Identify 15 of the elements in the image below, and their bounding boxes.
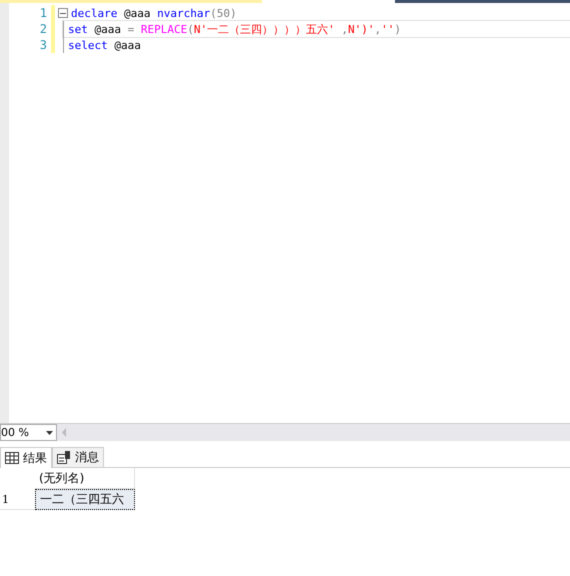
caret-icon [46, 430, 53, 434]
table-cell[interactable]: 一二（三四五六 [35, 489, 135, 510]
code-line: declare @aaa nvarchar(50) [71, 6, 237, 20]
code-line: select @aaa [68, 38, 141, 52]
zoom-dropdown[interactable]: 00 % [0, 424, 57, 441]
line-number: 2 [40, 21, 47, 37]
document-icon [57, 451, 71, 464]
grid-icon [5, 452, 19, 464]
line-number: 1 [40, 5, 47, 21]
results-tab[interactable]: 消息 [52, 447, 104, 468]
code-editor[interactable]: 1 2 3 declare @aaa nvarchar(50) set @aaa = REPLACE(N'一二（三四））））五六' ,N')','') select @aaa [0, 3, 570, 423]
line-number: 3 [40, 37, 47, 53]
results-tab[interactable]: 结果 [0, 447, 52, 468]
code-line: set @aaa = REPLACE(N'一二（三四））））五六' ,N')','') [68, 22, 401, 36]
collapse-icon[interactable] [58, 8, 68, 18]
